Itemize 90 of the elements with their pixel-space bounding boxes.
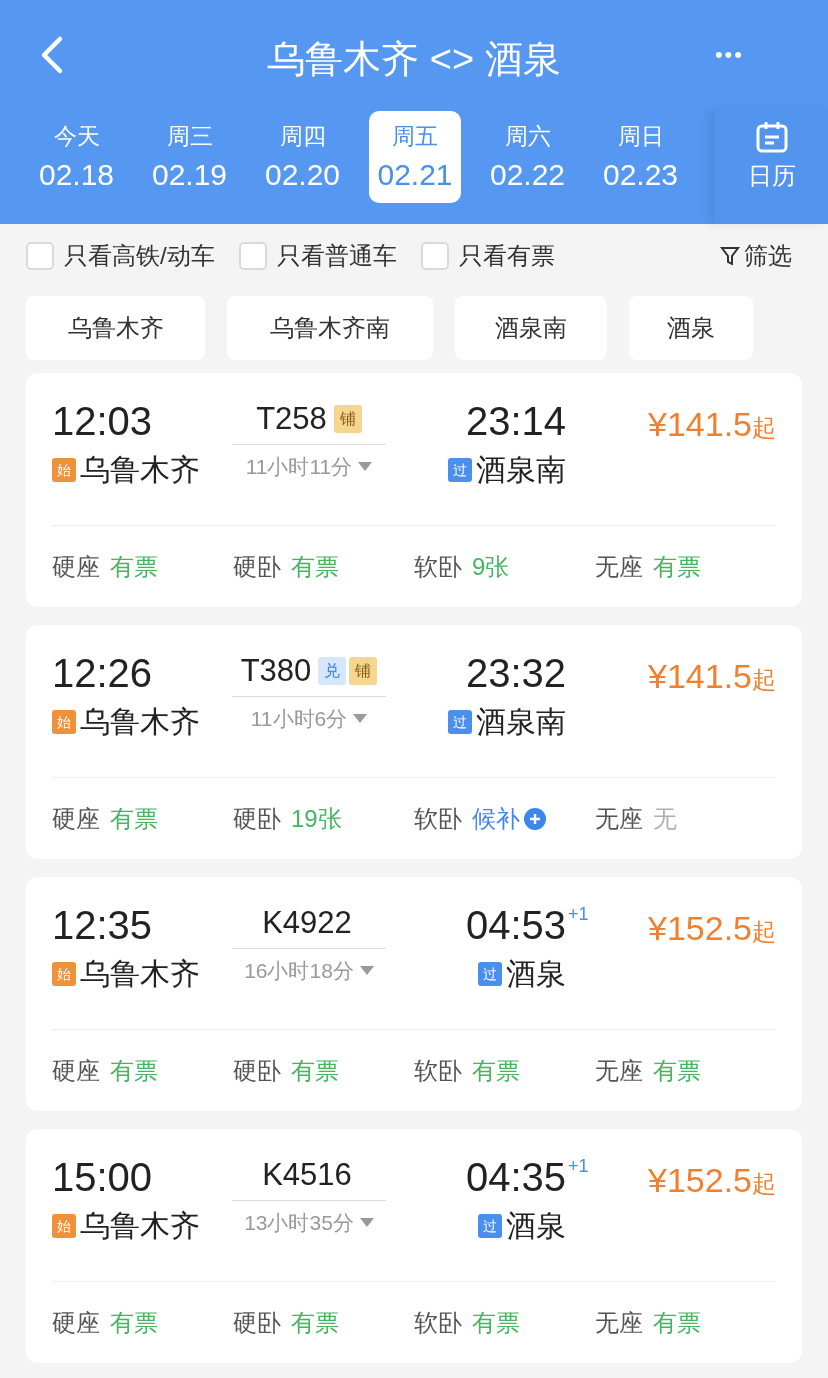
station-name: 乌鲁木齐 [80,959,200,989]
origin-badge: 始 [52,710,76,734]
seat-type: 硬卧 [233,1055,281,1086]
pass-badge: 过 [478,962,502,986]
station-name: 乌鲁木齐 [80,707,200,737]
seat-status: 有票 [110,1307,158,1338]
seat-type: 硬座 [52,1307,100,1338]
seat-type: 硬座 [52,803,100,834]
train-number[interactable]: K4922 [262,907,352,938]
seat-type: 硬卧 [233,551,281,582]
caret-icon [359,1218,374,1228]
seat-type: 硬座 [52,551,100,582]
price: ¥152.5起 [648,1163,776,1197]
seat-type: 软卧 [414,1307,462,1338]
seat-status: 有票 [110,551,158,582]
filter-button[interactable]: 筛选 [720,238,792,274]
checkbox[interactable] [238,242,267,270]
station-chip[interactable]: 酒泉 [629,296,753,360]
arrival-time: 04:53 [465,903,566,947]
seat-status: 有票 [653,551,701,582]
price: ¥141.5起 [648,659,776,693]
caret-icon [353,714,368,724]
seat-status: 有票 [110,1055,158,1086]
seat-status: 有票 [110,803,158,834]
origin-badge: 始 [52,962,76,986]
station-name: 酒泉南 [476,707,566,737]
train-tag: 兑 [318,656,347,685]
page-title: 乌鲁木齐 <> 酒泉 [267,40,561,78]
seat-type: 软卧 [414,1055,462,1086]
seat-status: 有票 [291,551,339,582]
station-chip[interactable]: 乌鲁木齐南 [227,296,433,360]
pass-badge: 过 [448,710,472,734]
arrival-time: 23:32 [465,651,566,695]
origin-badge: 始 [52,1214,76,1238]
seat-type: 软卧 [414,803,462,834]
checkbox-label[interactable]: 只看有票 [458,238,555,274]
seat-type: 无座 [595,551,643,582]
seat-status: 有票 [291,1055,339,1086]
checkbox-label[interactable]: 只看高铁/动车 [64,238,215,274]
station-chip[interactable]: 酒泉南 [455,296,607,360]
station-name: 酒泉 [506,1211,566,1241]
seat-type: 硬卧 [233,803,281,834]
seat-status: 9张 [472,551,510,582]
seat-status: 有票 [472,1307,520,1338]
checkbox[interactable] [420,242,449,270]
station-name: 酒泉南 [476,455,566,485]
checkbox[interactable] [26,242,54,270]
seat-type: 硬座 [52,1055,100,1086]
departure-time: 12:35 [52,905,154,949]
departure-time: 12:03 [52,401,154,445]
day-offset: +1 [568,903,589,926]
caret-icon [358,462,373,472]
departure-time: 12:26 [52,653,154,697]
arrival-time: 04:35 [465,1155,566,1199]
station-name: 乌鲁木齐 [80,1211,200,1241]
station-name: 乌鲁木齐 [80,455,200,485]
seat-type: 硬卧 [233,1307,281,1338]
seat-status: 有票 [653,1307,701,1338]
seat-status: 无 [653,803,677,834]
train-tag: 铺 [349,656,378,685]
train-card[interactable]: 12:03 始 乌鲁木齐 T258 铺 11小时11分 23:14 过 酒泉南 ¥141.5起 硬座 有票 硬卧 有票 软卧 9张 无座 有票 [26,373,802,607]
seat-status[interactable]: 候补 [472,800,546,837]
seat-type: 软卧 [414,551,462,582]
seat-status: 有票 [653,1055,701,1086]
caret-icon [359,966,374,976]
seat-type: 无座 [595,1307,643,1338]
arrival-time: 23:14 [465,399,566,443]
seat-status: 19张 [291,803,342,834]
train-number[interactable]: T380 [240,655,312,686]
origin-badge: 始 [52,458,76,482]
train-tag: 铺 [333,404,362,433]
price: ¥152.5起 [648,911,776,945]
pass-badge: 过 [448,458,472,482]
train-card[interactable]: 12:26 始 乌鲁木齐 T380 兑 铺 11小时6分 23:32 过 酒泉南 ¥141.5起 硬座 有票 硬卧 19张 软卧 候补 无座 无 [26,625,802,859]
seat-status: 有票 [291,1307,339,1338]
train-number[interactable]: T258 [256,403,327,434]
filter-icon [720,245,740,267]
seat-status: 有票 [472,1055,520,1086]
station-chip[interactable]: 乌鲁木齐 [26,296,205,360]
plus-icon [524,807,546,830]
train-number[interactable]: K4516 [262,1159,352,1190]
calendar-icon [754,120,789,154]
seat-type: 无座 [595,803,643,834]
checkbox-label[interactable]: 只看普通车 [276,238,397,274]
day-offset: +1 [568,1155,589,1178]
price: ¥141.5起 [648,407,776,441]
departure-time: 15:00 [52,1157,154,1201]
pass-badge: 过 [478,1214,502,1238]
station-name: 酒泉 [506,959,566,989]
seat-type: 无座 [595,1055,643,1086]
